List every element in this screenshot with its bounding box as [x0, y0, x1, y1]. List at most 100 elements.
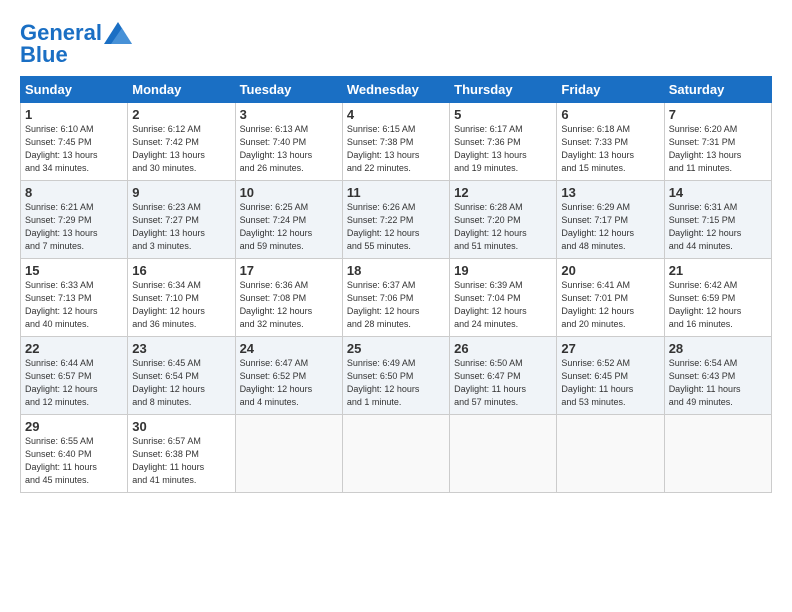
week-row-5: 29Sunrise: 6:55 AM Sunset: 6:40 PM Dayli…	[21, 415, 772, 493]
day-number: 3	[240, 107, 338, 122]
day-info: Sunrise: 6:57 AM Sunset: 6:38 PM Dayligh…	[132, 435, 230, 487]
calendar-cell: 27Sunrise: 6:52 AM Sunset: 6:45 PM Dayli…	[557, 337, 664, 415]
day-number: 24	[240, 341, 338, 356]
day-info: Sunrise: 6:55 AM Sunset: 6:40 PM Dayligh…	[25, 435, 123, 487]
calendar-cell: 29Sunrise: 6:55 AM Sunset: 6:40 PM Dayli…	[21, 415, 128, 493]
calendar-cell: 16Sunrise: 6:34 AM Sunset: 7:10 PM Dayli…	[128, 259, 235, 337]
day-info: Sunrise: 6:23 AM Sunset: 7:27 PM Dayligh…	[132, 201, 230, 253]
day-number: 10	[240, 185, 338, 200]
calendar-cell: 13Sunrise: 6:29 AM Sunset: 7:17 PM Dayli…	[557, 181, 664, 259]
logo-text2: Blue	[20, 44, 132, 66]
day-info: Sunrise: 6:41 AM Sunset: 7:01 PM Dayligh…	[561, 279, 659, 331]
day-number: 30	[132, 419, 230, 434]
col-header-saturday: Saturday	[664, 77, 771, 103]
day-number: 19	[454, 263, 552, 278]
calendar-cell: 22Sunrise: 6:44 AM Sunset: 6:57 PM Dayli…	[21, 337, 128, 415]
calendar-cell: 10Sunrise: 6:25 AM Sunset: 7:24 PM Dayli…	[235, 181, 342, 259]
day-number: 14	[669, 185, 767, 200]
day-info: Sunrise: 6:25 AM Sunset: 7:24 PM Dayligh…	[240, 201, 338, 253]
day-number: 29	[25, 419, 123, 434]
day-info: Sunrise: 6:50 AM Sunset: 6:47 PM Dayligh…	[454, 357, 552, 409]
day-info: Sunrise: 6:42 AM Sunset: 6:59 PM Dayligh…	[669, 279, 767, 331]
calendar-cell: 2Sunrise: 6:12 AM Sunset: 7:42 PM Daylig…	[128, 103, 235, 181]
calendar-cell: 4Sunrise: 6:15 AM Sunset: 7:38 PM Daylig…	[342, 103, 449, 181]
header: General Blue	[20, 18, 772, 66]
day-number: 5	[454, 107, 552, 122]
day-info: Sunrise: 6:37 AM Sunset: 7:06 PM Dayligh…	[347, 279, 445, 331]
calendar-cell: 24Sunrise: 6:47 AM Sunset: 6:52 PM Dayli…	[235, 337, 342, 415]
day-info: Sunrise: 6:29 AM Sunset: 7:17 PM Dayligh…	[561, 201, 659, 253]
day-number: 27	[561, 341, 659, 356]
day-info: Sunrise: 6:45 AM Sunset: 6:54 PM Dayligh…	[132, 357, 230, 409]
calendar-cell	[235, 415, 342, 493]
day-number: 9	[132, 185, 230, 200]
day-info: Sunrise: 6:34 AM Sunset: 7:10 PM Dayligh…	[132, 279, 230, 331]
day-info: Sunrise: 6:36 AM Sunset: 7:08 PM Dayligh…	[240, 279, 338, 331]
calendar-cell: 14Sunrise: 6:31 AM Sunset: 7:15 PM Dayli…	[664, 181, 771, 259]
day-info: Sunrise: 6:21 AM Sunset: 7:29 PM Dayligh…	[25, 201, 123, 253]
calendar-cell: 9Sunrise: 6:23 AM Sunset: 7:27 PM Daylig…	[128, 181, 235, 259]
calendar-cell: 1Sunrise: 6:10 AM Sunset: 7:45 PM Daylig…	[21, 103, 128, 181]
day-info: Sunrise: 6:12 AM Sunset: 7:42 PM Dayligh…	[132, 123, 230, 175]
day-number: 8	[25, 185, 123, 200]
week-row-1: 1Sunrise: 6:10 AM Sunset: 7:45 PM Daylig…	[21, 103, 772, 181]
calendar-cell	[342, 415, 449, 493]
col-header-sunday: Sunday	[21, 77, 128, 103]
calendar-cell: 15Sunrise: 6:33 AM Sunset: 7:13 PM Dayli…	[21, 259, 128, 337]
day-info: Sunrise: 6:39 AM Sunset: 7:04 PM Dayligh…	[454, 279, 552, 331]
col-header-thursday: Thursday	[450, 77, 557, 103]
col-header-friday: Friday	[557, 77, 664, 103]
calendar-cell: 23Sunrise: 6:45 AM Sunset: 6:54 PM Dayli…	[128, 337, 235, 415]
day-number: 13	[561, 185, 659, 200]
calendar-cell	[450, 415, 557, 493]
page: General Blue SundayMondayTuesdayWednesda…	[0, 0, 792, 503]
calendar-cell	[664, 415, 771, 493]
day-info: Sunrise: 6:54 AM Sunset: 6:43 PM Dayligh…	[669, 357, 767, 409]
week-row-4: 22Sunrise: 6:44 AM Sunset: 6:57 PM Dayli…	[21, 337, 772, 415]
calendar-cell: 30Sunrise: 6:57 AM Sunset: 6:38 PM Dayli…	[128, 415, 235, 493]
calendar-cell: 28Sunrise: 6:54 AM Sunset: 6:43 PM Dayli…	[664, 337, 771, 415]
day-number: 17	[240, 263, 338, 278]
day-info: Sunrise: 6:15 AM Sunset: 7:38 PM Dayligh…	[347, 123, 445, 175]
day-number: 23	[132, 341, 230, 356]
day-number: 12	[454, 185, 552, 200]
calendar-cell	[557, 415, 664, 493]
logo-icon	[104, 22, 132, 44]
day-number: 11	[347, 185, 445, 200]
day-info: Sunrise: 6:18 AM Sunset: 7:33 PM Dayligh…	[561, 123, 659, 175]
calendar-cell: 3Sunrise: 6:13 AM Sunset: 7:40 PM Daylig…	[235, 103, 342, 181]
day-number: 6	[561, 107, 659, 122]
logo: General Blue	[20, 22, 132, 66]
col-header-monday: Monday	[128, 77, 235, 103]
calendar-cell: 26Sunrise: 6:50 AM Sunset: 6:47 PM Dayli…	[450, 337, 557, 415]
day-info: Sunrise: 6:33 AM Sunset: 7:13 PM Dayligh…	[25, 279, 123, 331]
calendar-cell: 7Sunrise: 6:20 AM Sunset: 7:31 PM Daylig…	[664, 103, 771, 181]
day-number: 26	[454, 341, 552, 356]
calendar-cell: 21Sunrise: 6:42 AM Sunset: 6:59 PM Dayli…	[664, 259, 771, 337]
week-row-2: 8Sunrise: 6:21 AM Sunset: 7:29 PM Daylig…	[21, 181, 772, 259]
logo-text: General	[20, 22, 102, 44]
day-info: Sunrise: 6:26 AM Sunset: 7:22 PM Dayligh…	[347, 201, 445, 253]
day-number: 15	[25, 263, 123, 278]
week-row-3: 15Sunrise: 6:33 AM Sunset: 7:13 PM Dayli…	[21, 259, 772, 337]
header-row: SundayMondayTuesdayWednesdayThursdayFrid…	[21, 77, 772, 103]
calendar-cell: 5Sunrise: 6:17 AM Sunset: 7:36 PM Daylig…	[450, 103, 557, 181]
col-header-wednesday: Wednesday	[342, 77, 449, 103]
calendar-cell: 11Sunrise: 6:26 AM Sunset: 7:22 PM Dayli…	[342, 181, 449, 259]
calendar-cell: 18Sunrise: 6:37 AM Sunset: 7:06 PM Dayli…	[342, 259, 449, 337]
calendar-table: SundayMondayTuesdayWednesdayThursdayFrid…	[20, 76, 772, 493]
day-info: Sunrise: 6:47 AM Sunset: 6:52 PM Dayligh…	[240, 357, 338, 409]
day-info: Sunrise: 6:28 AM Sunset: 7:20 PM Dayligh…	[454, 201, 552, 253]
day-info: Sunrise: 6:49 AM Sunset: 6:50 PM Dayligh…	[347, 357, 445, 409]
day-number: 22	[25, 341, 123, 356]
day-info: Sunrise: 6:44 AM Sunset: 6:57 PM Dayligh…	[25, 357, 123, 409]
day-number: 20	[561, 263, 659, 278]
day-number: 4	[347, 107, 445, 122]
calendar-cell: 6Sunrise: 6:18 AM Sunset: 7:33 PM Daylig…	[557, 103, 664, 181]
day-info: Sunrise: 6:52 AM Sunset: 6:45 PM Dayligh…	[561, 357, 659, 409]
calendar-cell: 25Sunrise: 6:49 AM Sunset: 6:50 PM Dayli…	[342, 337, 449, 415]
col-header-tuesday: Tuesday	[235, 77, 342, 103]
calendar-cell: 20Sunrise: 6:41 AM Sunset: 7:01 PM Dayli…	[557, 259, 664, 337]
calendar-cell: 8Sunrise: 6:21 AM Sunset: 7:29 PM Daylig…	[21, 181, 128, 259]
day-number: 25	[347, 341, 445, 356]
